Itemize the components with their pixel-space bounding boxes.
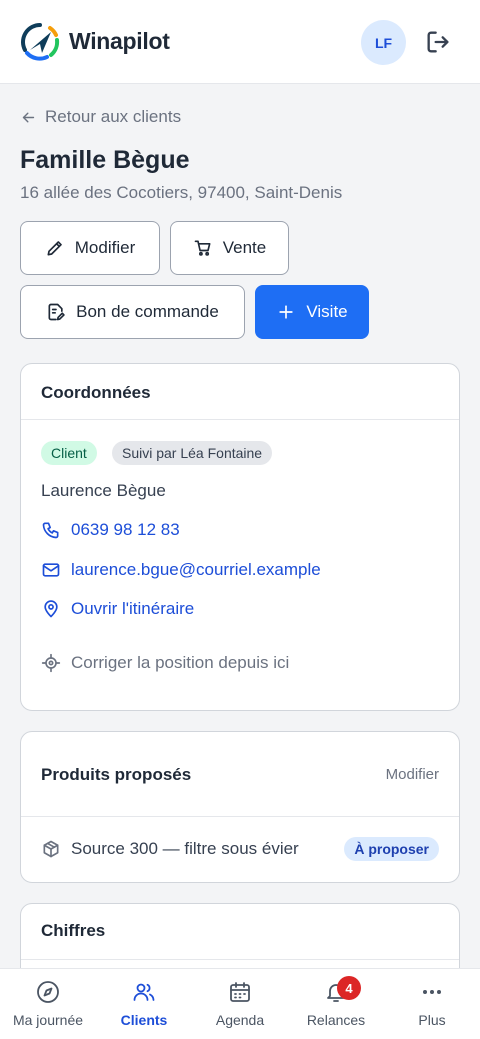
logo-icon	[21, 23, 60, 61]
route-label: Ouvrir l'itinéraire	[71, 599, 195, 618]
logout-icon[interactable]	[424, 28, 452, 56]
add-visit-button-label: Visite	[306, 302, 348, 321]
nav-label: Agenda	[215, 1012, 265, 1028]
contact-card-title: Coordonnées	[41, 383, 151, 402]
nav-item-my-day[interactable]: Ma journée	[0, 969, 96, 1039]
cart-icon	[194, 240, 211, 256]
fix-position-label: Corriger la position depuis ici	[71, 653, 290, 672]
divider	[21, 816, 459, 817]
back-link[interactable]: Retour aux clients	[20, 107, 181, 127]
sale-button-label: Vente	[222, 238, 267, 257]
users-icon	[133, 983, 155, 1001]
locate-icon	[41, 653, 61, 673]
document-edit-icon	[48, 303, 65, 321]
pencil-icon	[47, 241, 62, 256]
products-edit-link[interactable]: Modifier	[386, 766, 439, 783]
fix-position-button[interactable]: Corriger la position depuis ici	[41, 653, 289, 673]
notification-count-badge: 4	[337, 976, 361, 1000]
brand-name: Winapilot	[69, 28, 170, 54]
product-name: Source 300 — filtre sous évier	[71, 839, 299, 858]
map-pin-icon	[44, 600, 58, 618]
products-card: Produits proposés Modifier Source 300 — …	[20, 731, 460, 883]
app-header: Winapilot LF	[0, 0, 480, 84]
arrow-left-icon	[22, 112, 35, 122]
more-icon	[423, 990, 441, 994]
back-label: Retour aux clients	[45, 107, 182, 126]
edit-button-label: Modifier	[74, 238, 136, 257]
nav-label: Clients	[120, 1012, 168, 1028]
client-address: 16 allée des Cocotiers, 97400, Saint-Den…	[20, 183, 343, 202]
nav-item-clients[interactable]: Clients	[96, 969, 192, 1039]
mail-icon	[42, 563, 60, 577]
divider	[21, 959, 459, 960]
email-link[interactable]: laurence.bgue@courriel.example	[41, 560, 321, 580]
compass-icon	[37, 981, 59, 1003]
avatar[interactable]: LF	[361, 20, 406, 65]
product-status-badge: À proposer	[344, 837, 439, 861]
page-title: Famille Bègue	[20, 146, 190, 174]
nav-label: Relances	[306, 1012, 366, 1028]
nav-item-agenda[interactable]: Agenda	[192, 969, 288, 1039]
contact-person: Laurence Bègue	[41, 481, 166, 501]
nav-item-more[interactable]: Plus	[384, 969, 480, 1039]
divider	[21, 419, 459, 420]
route-link[interactable]: Ouvrir l'itinéraire	[41, 599, 194, 619]
package-icon	[43, 840, 59, 858]
nav-item-reminders[interactable]: 4 Relances	[288, 969, 384, 1039]
phone-icon	[42, 522, 59, 539]
contact-person-name: Laurence Bègue	[41, 481, 166, 500]
phone-value: 0639 98 12 83	[71, 520, 180, 539]
add-visit-button[interactable]: Visite	[255, 285, 369, 339]
order-form-button-label: Bon de commande	[76, 302, 219, 321]
order-form-button[interactable]: Bon de commande	[20, 285, 245, 339]
followed-by-badge: Suivi par Léa Fontaine	[112, 441, 273, 465]
sale-button[interactable]: Vente	[170, 221, 289, 275]
bottom-nav: Ma journée Clients Agenda 4 Relances Plu…	[0, 968, 480, 1039]
products-card-title: Produits proposés	[41, 765, 192, 784]
phone-link[interactable]: 0639 98 12 83	[41, 520, 180, 540]
nav-label: Ma journée	[12, 1012, 84, 1028]
contact-card: Coordonnées Client Suivi par Léa Fontain…	[20, 363, 460, 711]
calendar-icon	[230, 982, 250, 1002]
status-badge: Client	[41, 441, 97, 465]
product-item[interactable]: Source 300 — filtre sous évier	[41, 839, 299, 859]
nav-label: Plus	[418, 1012, 446, 1028]
edit-button[interactable]: Modifier	[20, 221, 160, 275]
plus-icon	[279, 305, 294, 319]
email-value: laurence.bgue@courriel.example	[71, 560, 321, 579]
figures-card-title: Chiffres	[41, 921, 106, 940]
